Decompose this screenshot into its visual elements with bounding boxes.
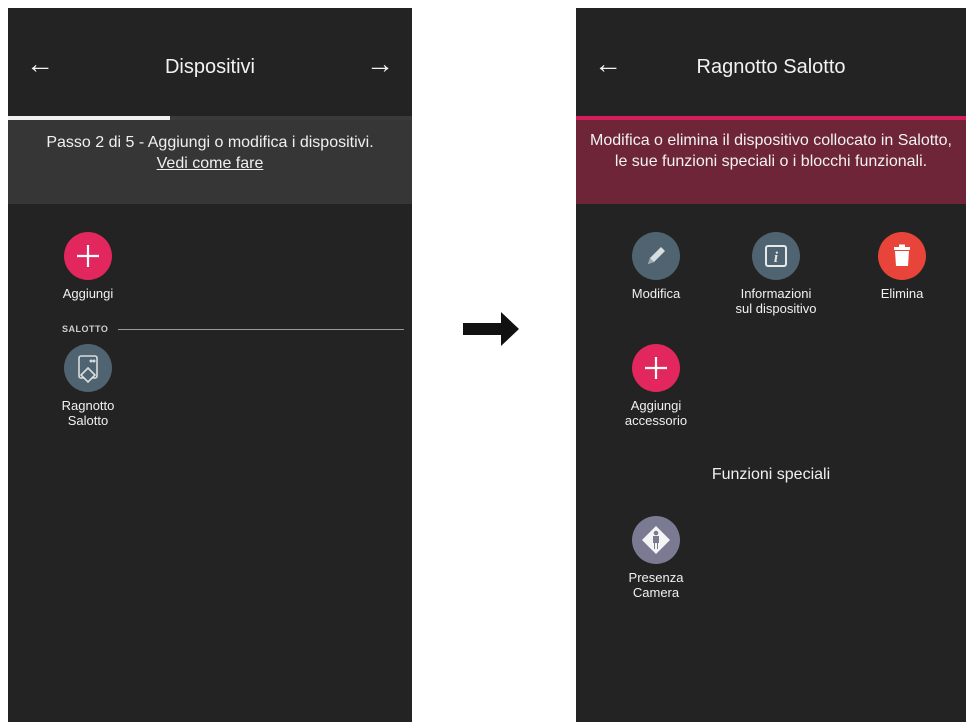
plus-icon xyxy=(64,232,112,280)
info-icon: i xyxy=(752,232,800,280)
presence-label-line1: Presenza xyxy=(628,570,684,585)
add-device-button[interactable]: Aggiungi xyxy=(44,232,132,301)
step-info-band: Passo 2 di 5 - Aggiungi o modifica i dis… xyxy=(8,120,412,204)
page-title: Ragnotto Salotto xyxy=(696,56,846,78)
modify-label: Modifica xyxy=(631,286,681,301)
presence-camera-function[interactable]: Presenza Camera xyxy=(612,516,700,600)
device-sensor-icon xyxy=(64,344,112,392)
help-link[interactable]: Vedi come fare xyxy=(157,153,264,174)
left-screen: ← Dispositivi → Passo 2 di 5 - Aggiungi … xyxy=(8,8,412,722)
presence-label-line2: Camera xyxy=(632,585,680,600)
right-header: ← Ragnotto Salotto xyxy=(576,8,966,116)
left-header: ← Dispositivi → xyxy=(8,8,412,116)
section-salotto: SALOTTO xyxy=(62,324,109,334)
device-info-label-line2: sul dispositivo xyxy=(735,301,817,316)
page-title: Dispositivi xyxy=(164,56,256,78)
delete-label: Elimina xyxy=(880,286,924,301)
device-ragnotto-salotto[interactable]: Ragnotto Salotto xyxy=(44,344,132,428)
delete-button[interactable]: Elimina xyxy=(858,232,946,301)
step-text: Passo 2 di 5 - Aggiungi o modifica i dis… xyxy=(46,134,374,151)
special-functions-title: Funzioni speciali xyxy=(711,466,831,483)
modify-button[interactable]: Modifica xyxy=(612,232,700,301)
add-accessory-label-line2: accessorio xyxy=(624,413,688,428)
device-info-label-line1: Informazioni xyxy=(740,286,812,301)
section-divider xyxy=(118,329,404,330)
device-label-line2: Salotto xyxy=(67,413,109,428)
right-arrow-icon xyxy=(463,310,521,353)
device-info-band: Modifica o elimina il dispositivo colloc… xyxy=(576,120,966,204)
right-screen: ← Ragnotto Salotto Modifica o elimina il… xyxy=(576,8,966,722)
next-arrow-icon[interactable]: → xyxy=(366,48,394,80)
pencil-icon xyxy=(632,232,680,280)
person-presence-icon xyxy=(632,516,680,564)
add-accessory-label-line1: Aggiungi xyxy=(630,398,682,413)
add-device-label: Aggiungi xyxy=(62,286,114,301)
svg-text:i: i xyxy=(774,250,779,266)
device-info-button[interactable]: i Informazioni sul dispositivo xyxy=(720,232,832,316)
trash-icon xyxy=(878,232,926,280)
device-label-line1: Ragnotto xyxy=(61,398,115,413)
add-accessory-button[interactable]: Aggiungi accessorio xyxy=(612,344,700,428)
plus-icon xyxy=(632,344,680,392)
